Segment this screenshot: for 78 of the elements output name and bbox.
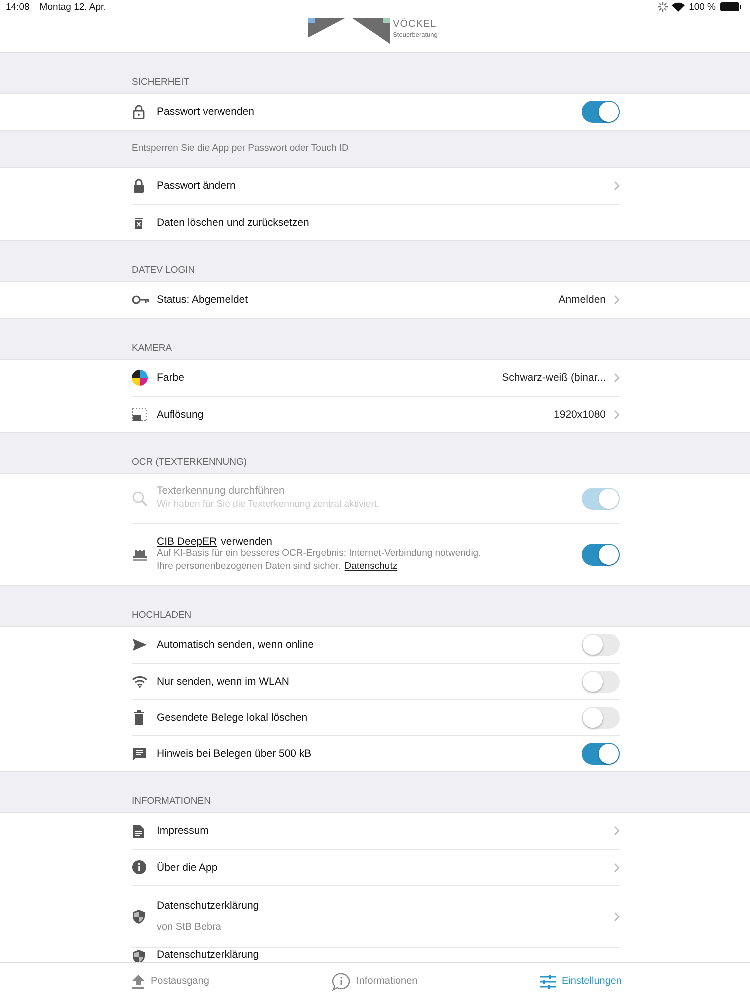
row-title: Auflösung	[157, 408, 204, 420]
info-icon	[132, 860, 147, 875]
settings-row[interactable]: Farbe Schwarz-weiß (binar...	[132, 360, 620, 396]
row-title: Daten löschen und zurücksetzen	[157, 216, 310, 228]
logo-mark-icon	[308, 18, 390, 44]
privacy-link[interactable]: Datenschutz	[344, 560, 398, 573]
tab[interactable]: Postausgang	[132, 974, 210, 988]
settings-row[interactable]: Über die App	[132, 849, 620, 885]
row-description: Auf KI-Basis für ein besseres OCR-Ergebnis; Internet-Verbindung notwendig.	[157, 548, 482, 560]
row-title: Gesendete Belege lokal löschen	[157, 712, 308, 724]
section-header: KAMERA	[132, 343, 172, 354]
tab[interactable]: Informationen	[332, 972, 418, 990]
row-value: Schwarz-weiß (binar...	[502, 372, 606, 384]
title-link[interactable]: CIB DeepER	[157, 536, 218, 548]
chevron-icon	[614, 410, 620, 420]
section-header: DATEV LOGIN	[132, 265, 196, 276]
row-title: Passwort ändern	[157, 180, 236, 192]
row-value: 1920x1080	[554, 408, 606, 420]
toggle-switch[interactable]	[582, 634, 620, 656]
trash-icon	[132, 216, 146, 230]
battery-percent: 100 %	[689, 2, 716, 12]
section-header: OCR (TEXTERKENNUNG)	[132, 457, 248, 468]
info-bubble-icon	[332, 972, 351, 990]
chevron-icon	[614, 295, 620, 305]
settings-row[interactable]: Passwort ändern	[132, 168, 620, 204]
chevron-icon	[614, 181, 620, 191]
color-wheel-icon	[132, 370, 148, 386]
status-time: 14:08	[6, 2, 30, 12]
chat-icon	[132, 746, 147, 760]
lock-icon	[132, 105, 146, 119]
row-subtitle: von StB Bebra	[157, 922, 222, 933]
trash-icon	[132, 710, 146, 725]
toggle-switch[interactable]	[582, 706, 620, 728]
section-header: SICHERHEIT	[132, 77, 190, 88]
row-title: verwenden	[221, 536, 272, 548]
document-icon	[132, 824, 145, 838]
settings-row[interactable]: Impressum	[132, 813, 620, 849]
toggle-switch[interactable]	[582, 101, 620, 123]
shield-icon	[132, 908, 146, 924]
toggle-switch[interactable]	[582, 544, 620, 566]
row-title: Farbe	[157, 372, 184, 384]
logo-name: VÖCKEL	[393, 19, 438, 31]
settings-row[interactable]: Daten löschen und zurücksetzen	[132, 204, 620, 240]
section-header: HOCHLADEN	[132, 610, 192, 621]
row-title: Datenschutzerklärung	[157, 900, 260, 912]
settings-row[interactable]: Datenschutzerklärung von StB Bebra	[132, 885, 620, 947]
chevron-icon	[614, 862, 620, 872]
wifi-icon	[672, 2, 686, 12]
wifi-icon	[132, 675, 148, 688]
status-date: Montag 12. Apr.	[40, 2, 106, 12]
row-title: Impressum	[157, 825, 209, 837]
toggle-switch[interactable]	[582, 742, 620, 764]
section-header: INFORMATIONEN	[132, 796, 211, 807]
row-title: Automatisch senden, wenn online	[157, 639, 314, 651]
search-icon	[132, 490, 148, 506]
image-frame-icon	[132, 408, 148, 422]
row-description: Ihre personenbezogenen Daten sind sicher.	[157, 560, 341, 573]
sliders-icon	[540, 974, 556, 988]
chevron-icon	[614, 912, 620, 922]
lock-icon	[132, 179, 146, 193]
row-title: Über die App	[157, 862, 218, 874]
battery-icon	[720, 2, 742, 12]
toggle-switch[interactable]	[582, 670, 620, 692]
row-value: Anmelden	[558, 294, 606, 306]
row-title: Passwort verwenden	[157, 106, 254, 118]
upload-icon	[132, 974, 145, 988]
row-title: Datenschutzerklärung	[157, 949, 260, 962]
section-footer: Entsperren Sie die App per Passwort oder Touch ID	[132, 142, 349, 154]
row-title: Nur senden, wenn im WLAN	[157, 676, 290, 688]
chevron-icon	[614, 373, 620, 383]
row-title: Status: Abgemeldet	[157, 294, 248, 306]
loading-icon	[658, 2, 668, 12]
chevron-icon	[614, 826, 620, 836]
settings-row[interactable]: Auflösung 1920x1080	[132, 396, 620, 432]
send-icon	[132, 638, 148, 652]
key-icon	[132, 294, 150, 306]
row-title: Hinweis bei Belegen über 500 kB	[157, 748, 312, 760]
row-title: Texterkennung durchführen	[157, 485, 285, 498]
